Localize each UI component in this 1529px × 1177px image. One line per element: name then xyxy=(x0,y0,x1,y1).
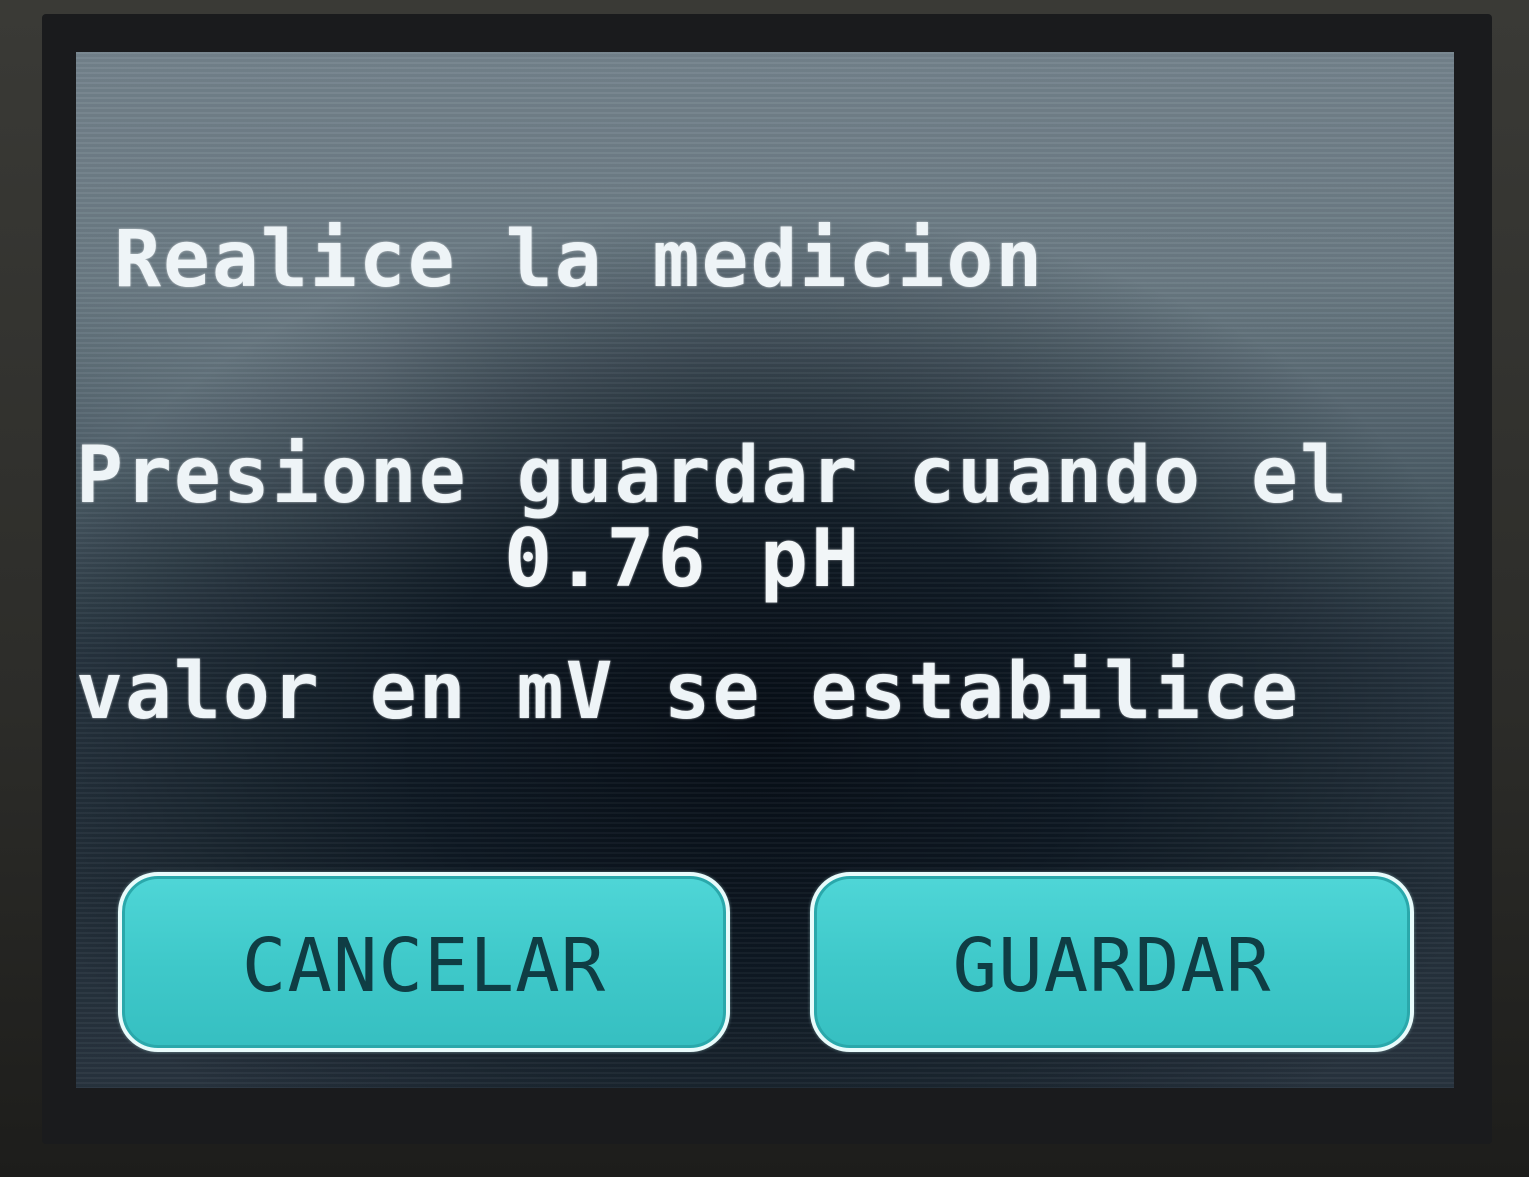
instruction-line-1: Realice la medicion xyxy=(114,215,1045,305)
instruction-line-3: valor en mV se estabilice xyxy=(76,647,1300,737)
save-button-label: GUARDAR xyxy=(952,923,1272,1009)
cancel-button-label: CANCELAR xyxy=(241,923,607,1009)
instruction-text: Realice la medicion Presione guardar cua… xyxy=(76,80,1454,872)
save-button[interactable]: GUARDAR xyxy=(810,872,1414,1052)
cancel-button[interactable]: CANCELAR xyxy=(118,872,730,1052)
ph-reading: 0.76 pH xyxy=(504,512,863,605)
device-bezel: Realice la medicion Presione guardar cua… xyxy=(0,0,1529,1177)
instruction-line-2: Presione guardar cuando el xyxy=(76,431,1349,521)
display-screen: Realice la medicion Presione guardar cua… xyxy=(76,52,1454,1088)
